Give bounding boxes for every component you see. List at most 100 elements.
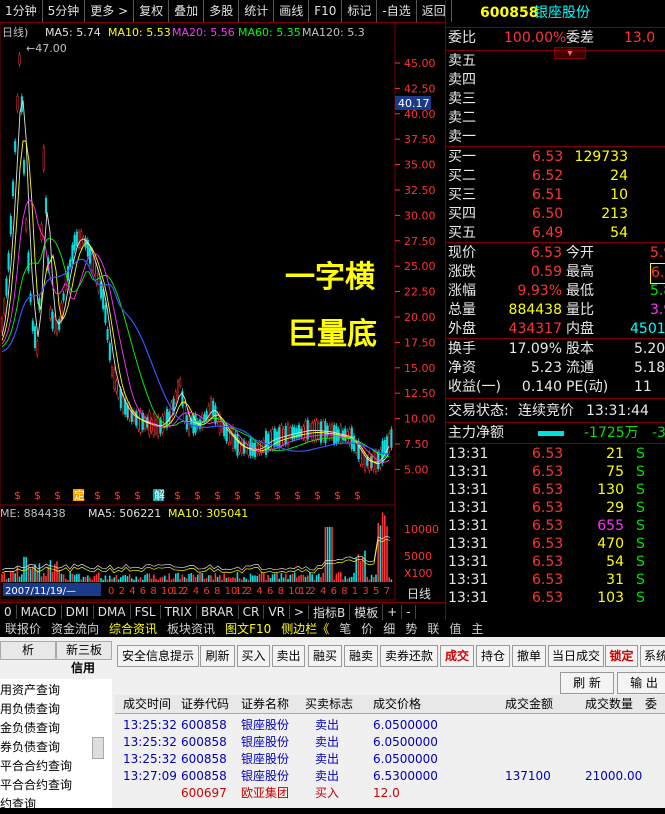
indicator-tab-9[interactable]: > xyxy=(290,605,309,619)
table-header-cell[interactable]: 买卖标志 xyxy=(305,695,353,713)
info-tab-7[interactable]: 价 xyxy=(356,620,378,637)
table-row[interactable]: 13:25:32 600858 银座股份 卖出 6.0500000 xyxy=(115,717,665,734)
toolbar-item-3[interactable]: 复权 xyxy=(134,0,170,22)
action-button-1[interactable]: 刷新 xyxy=(200,645,235,667)
event-mark[interactable]: 定 xyxy=(74,488,85,502)
event-mark[interactable]: $ xyxy=(34,489,41,502)
left-menu-item[interactable]: 用负债查询 xyxy=(0,700,105,719)
sell-row: 卖二 xyxy=(446,109,665,128)
left-sub-tab[interactable]: 信用 xyxy=(56,660,110,676)
indicator-tab-0[interactable]: 0 xyxy=(0,605,17,619)
info-tab-3[interactable]: 板块资讯 xyxy=(162,620,220,637)
left-menu-item[interactable]: 券负债查询 xyxy=(0,738,105,757)
action-button-11[interactable]: 锁定 xyxy=(605,645,638,667)
candle-body xyxy=(135,411,138,426)
info-tab-1[interactable]: 资金流向 xyxy=(46,620,104,637)
event-mark[interactable]: $ xyxy=(14,489,21,502)
info-tab-0[interactable]: 联报价 xyxy=(0,620,46,637)
left-menu-scrollbar[interactable] xyxy=(92,737,104,759)
event-mark[interactable]: $ xyxy=(94,489,101,502)
info-tab-6[interactable]: 笔 xyxy=(334,620,356,637)
left-menu-item[interactable]: 约查询 xyxy=(0,795,105,814)
event-mark[interactable]: $ xyxy=(254,489,261,502)
table-header-cell[interactable]: 委 xyxy=(645,695,657,713)
event-mark[interactable]: $ xyxy=(54,489,61,502)
info-tab-4[interactable]: 图文F10 xyxy=(220,620,276,637)
table-row[interactable]: 600697 欧亚集团 买入 12.0 xyxy=(115,785,665,802)
left-tab-1[interactable]: 新三板 xyxy=(56,641,112,660)
toolbar-item-7[interactable]: 画线 xyxy=(274,0,310,22)
table-header-cell[interactable]: 成交数量 xyxy=(585,695,633,713)
action-button-9[interactable]: 撤单 xyxy=(512,645,546,667)
indicator-tab-12[interactable]: + xyxy=(383,605,403,619)
toolbar-item-9[interactable]: 标记 xyxy=(342,0,378,22)
toolbar-item-5[interactable]: 多股 xyxy=(204,0,240,22)
left-menu-item[interactable]: 平合合约查询 xyxy=(0,776,105,795)
indicator-tab-7[interactable]: CR xyxy=(239,605,265,619)
volume-bar xyxy=(133,579,135,582)
action-button-4[interactable]: 融买 xyxy=(308,645,342,667)
period-label[interactable]: 日线 xyxy=(407,587,431,601)
event-mark[interactable]: $ xyxy=(114,489,121,502)
left-menu-item[interactable]: 平合合约查询 xyxy=(0,757,105,776)
action-button-3[interactable]: 卖出 xyxy=(272,645,305,667)
left-menu-item[interactable]: 金负债查询 xyxy=(0,719,105,738)
table-header-cell[interactable]: 证券名称 xyxy=(241,695,289,713)
indicator-tab-4[interactable]: FSL xyxy=(131,605,161,619)
table-header-cell[interactable]: 成交金额 xyxy=(505,695,553,713)
info-tab-12[interactable]: 主 xyxy=(466,620,488,637)
indicator-tab-11[interactable]: 模板 xyxy=(350,603,384,621)
table-row[interactable]: 13:25:32 600858 银座股份 卖出 6.0500000 xyxy=(115,734,665,751)
info-tab-9[interactable]: 势 xyxy=(400,620,422,637)
info-tab-5[interactable]: 侧边栏《 xyxy=(276,620,334,637)
toolbar-item-10[interactable]: -自选 xyxy=(377,0,417,22)
event-mark[interactable]: $ xyxy=(274,489,281,502)
toolbar-item-2[interactable]: 更多 > xyxy=(85,0,135,22)
indicator-tab-6[interactable]: BRAR xyxy=(197,605,239,619)
indicator-tab-1[interactable]: MACD xyxy=(17,605,62,619)
indicator-tab-2[interactable]: DMI xyxy=(62,605,94,619)
action-button-0[interactable]: 安全信息提示 xyxy=(117,645,199,667)
info-tab-2[interactable]: 综合资讯 xyxy=(104,620,162,637)
table-header-cell[interactable]: 证券代码 xyxy=(181,695,229,713)
event-mark[interactable]: $ xyxy=(214,489,221,502)
event-mark[interactable]: $ xyxy=(194,489,201,502)
table-header-cell[interactable]: 成交价格 xyxy=(373,695,421,713)
toolbar-item-1[interactable]: 5分钟 xyxy=(43,0,86,22)
indicator-tab-3[interactable]: DMA xyxy=(94,605,131,619)
toolbar-item-6[interactable]: 统计 xyxy=(239,0,275,22)
action-button-5[interactable]: 融卖 xyxy=(344,645,378,667)
action-button-10[interactable]: 当日成交 xyxy=(548,645,604,667)
toolbar-item-0[interactable]: 1分钟 xyxy=(0,0,43,22)
event-mark[interactable]: $ xyxy=(314,489,321,502)
action-button-7[interactable]: 成交 xyxy=(440,645,474,667)
table-header-cell[interactable]: 成交时间 xyxy=(123,695,171,713)
sub-button-1[interactable]: 输 出 xyxy=(617,672,665,694)
event-mark[interactable]: $ xyxy=(234,489,241,502)
indicator-tab-10[interactable]: 指标B xyxy=(309,603,351,621)
info-tab-8[interactable]: 细 xyxy=(378,620,400,637)
table-row[interactable]: 13:27:09 600858 银座股份 卖出 6.5300000 137100 21000… xyxy=(115,768,665,785)
left-menu-item[interactable]: 用资产查询 xyxy=(0,681,105,700)
action-button-2[interactable]: 买入 xyxy=(237,645,270,667)
left-tab-0[interactable]: 析 xyxy=(0,641,56,660)
event-mark[interactable]: $ xyxy=(174,489,181,502)
sub-button-0[interactable]: 刷 新 xyxy=(560,672,614,694)
event-mark[interactable]: $ xyxy=(354,489,361,502)
action-button-6[interactable]: 卖券还款 xyxy=(380,645,438,667)
action-button-12[interactable]: 系统 xyxy=(640,645,665,667)
kline-chart[interactable]: 日线) MA5: 5.74 MA10: 5.53 MA20: 5.56 MA60: 5.… xyxy=(0,22,445,602)
event-mark[interactable]: 解 xyxy=(154,488,165,502)
toolbar-item-4[interactable]: 叠加 xyxy=(169,0,205,22)
indicator-tab-5[interactable]: TRIX xyxy=(161,605,198,619)
table-row[interactable]: 13:25:32 600858 银座股份 卖出 6.0500000 xyxy=(115,751,665,768)
toolbar-item-8[interactable]: F10 xyxy=(309,0,343,22)
info-tab-10[interactable]: 联 xyxy=(422,620,444,637)
info-tab-11[interactable]: 值 xyxy=(444,620,466,637)
event-mark[interactable]: $ xyxy=(334,489,341,502)
action-button-8[interactable]: 持仓 xyxy=(476,645,510,667)
event-mark[interactable]: $ xyxy=(294,489,301,502)
indicator-tab-13[interactable]: - xyxy=(402,605,416,619)
event-mark[interactable]: $ xyxy=(134,489,141,502)
indicator-tab-8[interactable]: VR xyxy=(264,605,290,619)
